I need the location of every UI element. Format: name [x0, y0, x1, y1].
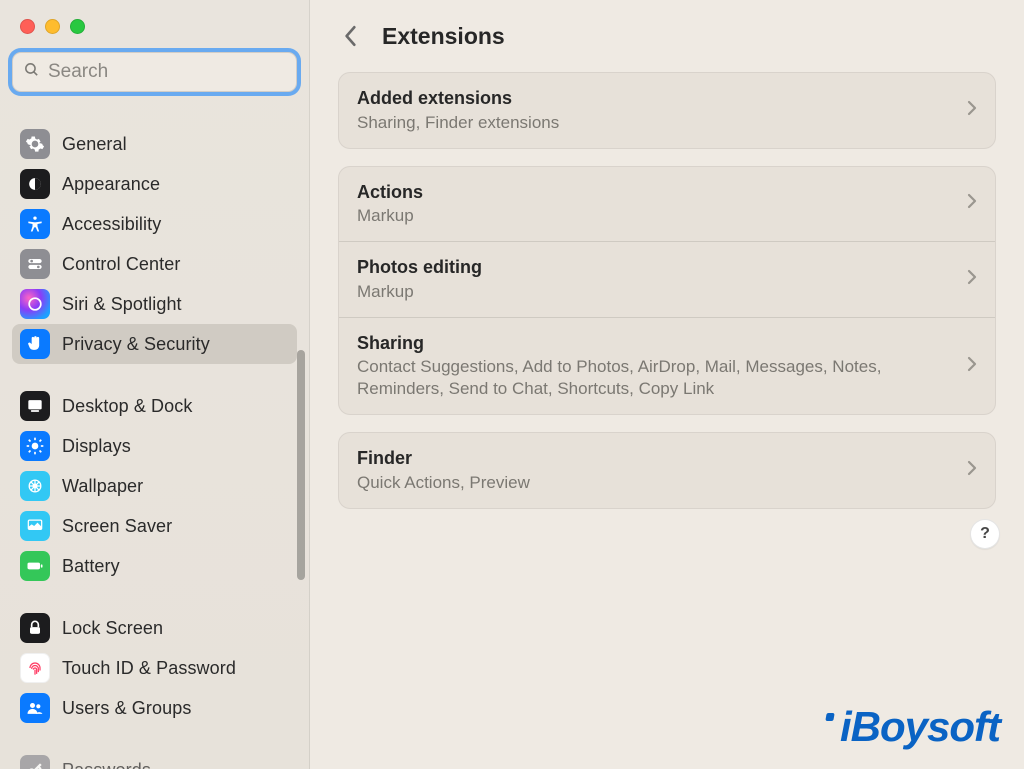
sidebar-item-label: Displays	[62, 436, 131, 457]
sidebar-item-control-center[interactable]: Control Center	[12, 244, 297, 284]
sidebar-item-label: Passwords	[62, 760, 151, 769]
siri-icon	[20, 289, 50, 319]
content-header: Extensions	[310, 0, 1024, 72]
battery-icon	[20, 551, 50, 581]
key-icon	[20, 755, 50, 769]
row-subtitle: Contact Suggestions, Add to Photos, AirD…	[357, 356, 957, 400]
sidebar: General Appearance Accessibility	[0, 0, 310, 769]
sidebar-item-appearance[interactable]: Appearance	[12, 164, 297, 204]
close-button[interactable]	[20, 19, 35, 34]
row-photos-editing[interactable]: Photos editing Markup	[339, 241, 995, 317]
row-title: Sharing	[357, 332, 957, 355]
row-subtitle: Markup	[357, 281, 957, 303]
sidebar-scrollbar[interactable]	[297, 350, 305, 580]
minimize-button[interactable]	[45, 19, 60, 34]
sidebar-item-label: Control Center	[62, 254, 180, 275]
row-title: Actions	[357, 181, 957, 204]
chevron-right-icon	[967, 100, 977, 121]
sidebar-item-passwords[interactable]: Passwords	[12, 750, 297, 769]
sidebar-item-label: Touch ID & Password	[62, 658, 236, 679]
appearance-icon	[20, 169, 50, 199]
row-added-extensions[interactable]: Added extensions Sharing, Finder extensi…	[339, 73, 995, 148]
help-button[interactable]: ?	[970, 519, 1000, 549]
window-controls	[0, 0, 309, 52]
sidebar-item-label: Battery	[62, 556, 120, 577]
sidebar-item-label: Lock Screen	[62, 618, 163, 639]
sidebar-item-battery[interactable]: Battery	[12, 546, 297, 586]
panel-system-extensions: Actions Markup Photos editing Markup	[338, 166, 996, 416]
row-title: Added extensions	[357, 87, 957, 110]
sidebar-item-privacy-security[interactable]: Privacy & Security	[12, 324, 297, 364]
sidebar-item-siri-spotlight[interactable]: Siri & Spotlight	[12, 284, 297, 324]
sidebar-item-label: Accessibility	[62, 214, 161, 235]
chevron-right-icon	[967, 269, 977, 290]
users-icon	[20, 693, 50, 723]
settings-window: General Appearance Accessibility	[0, 0, 1024, 769]
sidebar-item-label: Desktop & Dock	[62, 396, 192, 417]
row-subtitle: Quick Actions, Preview	[357, 472, 957, 494]
sidebar-item-label: Users & Groups	[62, 698, 191, 719]
screen-saver-icon	[20, 511, 50, 541]
sidebar-item-wallpaper[interactable]: Wallpaper	[12, 466, 297, 506]
sidebar-item-accessibility[interactable]: Accessibility	[12, 204, 297, 244]
lock-icon	[20, 613, 50, 643]
sidebar-item-screen-saver[interactable]: Screen Saver	[12, 506, 297, 546]
fullscreen-button[interactable]	[70, 19, 85, 34]
displays-icon	[20, 431, 50, 461]
sidebar-item-touch-id-password[interactable]: Touch ID & Password	[12, 648, 297, 688]
sidebar-item-label: Wallpaper	[62, 476, 143, 497]
watermark: iBoysoft	[830, 703, 1000, 751]
row-subtitle: Markup	[357, 205, 957, 227]
panel-added-extensions: Added extensions Sharing, Finder extensi…	[338, 72, 996, 149]
sidebar-item-users-groups[interactable]: Users & Groups	[12, 688, 297, 728]
fingerprint-icon	[20, 653, 50, 683]
search-icon	[23, 61, 40, 83]
row-subtitle: Sharing, Finder extensions	[357, 112, 957, 134]
row-title: Finder	[357, 447, 957, 470]
search-input[interactable]	[48, 61, 293, 83]
sidebar-item-displays[interactable]: Displays	[12, 426, 297, 466]
row-title: Photos editing	[357, 256, 957, 279]
sidebar-item-general[interactable]: General	[12, 124, 297, 164]
panel-finder: Finder Quick Actions, Preview	[338, 432, 996, 509]
row-actions[interactable]: Actions Markup	[339, 167, 995, 242]
sidebar-item-label: Appearance	[62, 174, 160, 195]
sidebar-item-label: Siri & Spotlight	[62, 294, 182, 315]
control-center-icon	[20, 249, 50, 279]
wallpaper-icon	[20, 471, 50, 501]
search-field[interactable]	[12, 52, 297, 92]
row-sharing[interactable]: Sharing Contact Suggestions, Add to Phot…	[339, 317, 995, 415]
sidebar-item-label: Privacy & Security	[62, 334, 210, 355]
chevron-right-icon	[967, 356, 977, 377]
sidebar-item-label: General	[62, 134, 127, 155]
gear-icon	[20, 129, 50, 159]
sidebar-scroll: General Appearance Accessibility	[0, 120, 309, 769]
chevron-right-icon	[967, 460, 977, 481]
accessibility-icon	[20, 209, 50, 239]
desktop-dock-icon	[20, 391, 50, 421]
main-content: Extensions Added extensions Sharing, Fin…	[310, 0, 1024, 769]
back-button[interactable]	[338, 23, 364, 49]
sidebar-item-desktop-dock[interactable]: Desktop & Dock	[12, 386, 297, 426]
hand-icon	[20, 329, 50, 359]
chevron-right-icon	[967, 193, 977, 214]
sidebar-item-label: Screen Saver	[62, 516, 172, 537]
sidebar-item-lock-screen[interactable]: Lock Screen	[12, 608, 297, 648]
page-title: Extensions	[382, 23, 505, 50]
row-finder[interactable]: Finder Quick Actions, Preview	[339, 433, 995, 508]
